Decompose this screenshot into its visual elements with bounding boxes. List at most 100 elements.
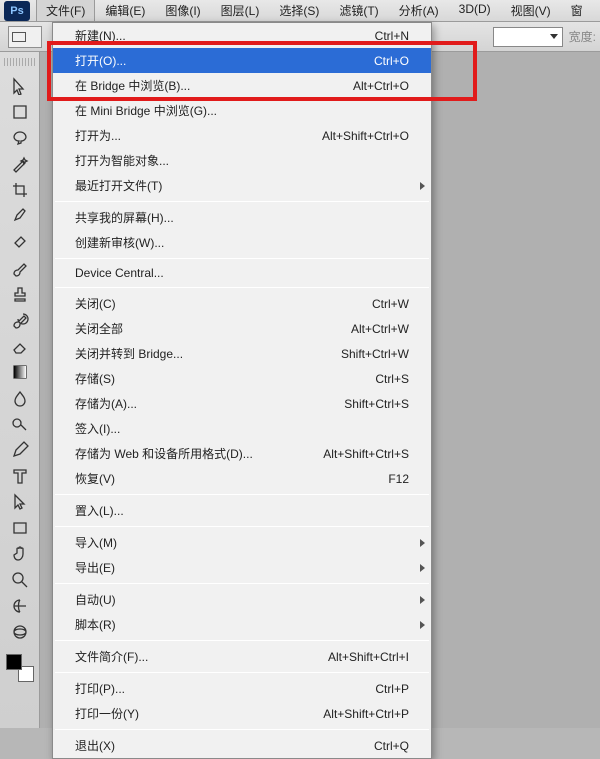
menu-separator: [55, 287, 429, 288]
stamp-icon: [11, 285, 29, 303]
hand-tool[interactable]: [8, 542, 32, 566]
menu-item-退出(X)[interactable]: 退出(X)Ctrl+Q: [53, 733, 431, 758]
menu-item-创建新审核(W)...[interactable]: 创建新审核(W)...: [53, 230, 431, 255]
menu-item-打印(P)...[interactable]: 打印(P)...Ctrl+P: [53, 676, 431, 701]
brush-tool[interactable]: [8, 256, 32, 280]
eraser-tool[interactable]: [8, 334, 32, 358]
menu-图层(L)[interactable]: 图层(L): [211, 0, 270, 22]
menu-item-shortcut: Ctrl+O: [374, 54, 409, 68]
3d-orbit-tool[interactable]: [8, 620, 32, 644]
menu-item-label: 置入(L)...: [75, 502, 124, 519]
menu-item-脚本(R)[interactable]: 脚本(R): [53, 612, 431, 637]
move-tool[interactable]: [8, 74, 32, 98]
menu-item-关闭全部[interactable]: 关闭全部Alt+Ctrl+W: [53, 316, 431, 341]
menu-item-存储为(A)...[interactable]: 存储为(A)...Shift+Ctrl+S: [53, 391, 431, 416]
menu-item-恢复(V)[interactable]: 恢复(V)F12: [53, 466, 431, 491]
menu-item-label: 存储为(A)...: [75, 395, 137, 412]
menu-item-label: 关闭并转到 Bridge...: [75, 345, 183, 362]
menu-separator: [55, 640, 429, 641]
menu-item-shortcut: Alt+Shift+Ctrl+S: [323, 447, 409, 461]
menu-item-共享我的屏幕(H)...[interactable]: 共享我的屏幕(H)...: [53, 205, 431, 230]
3d-rotate-tool[interactable]: [8, 594, 32, 618]
path-select-icon: [11, 493, 29, 511]
menu-item-打开为智能对象...[interactable]: 打开为智能对象...: [53, 148, 431, 173]
menu-item-存储为 Web 和设备所用格式(D)...[interactable]: 存储为 Web 和设备所用格式(D)... Alt+Shift+Ctrl+S: [53, 441, 431, 466]
menubar-container: Ps 文件(F)编辑(E)图像(I)图层(L)选择(S)滤镜(T)分析(A)3D…: [0, 0, 600, 22]
wand-tool[interactable]: [8, 152, 32, 176]
menu-item-shortcut: Shift+Ctrl+W: [341, 347, 409, 361]
menu-item-label: 导出(E): [75, 559, 115, 576]
menu-item-label: 存储为 Web 和设备所用格式(D)...: [75, 445, 253, 462]
dodge-tool[interactable]: [8, 412, 32, 436]
blur-tool[interactable]: [8, 386, 32, 410]
menu-文件(F)[interactable]: 文件(F): [36, 0, 95, 22]
zoom-tool[interactable]: [8, 568, 32, 592]
menu-item-在 Mini Bridge 中浏览(G)...[interactable]: 在 Mini Bridge 中浏览(G)...: [53, 98, 431, 123]
move-icon: [11, 77, 29, 95]
menu-item-自动(U)[interactable]: 自动(U): [53, 587, 431, 612]
path-select-tool[interactable]: [8, 490, 32, 514]
menu-item-打开为...[interactable]: 打开为...Alt+Shift+Ctrl+O: [53, 123, 431, 148]
menu-item-存储(S)[interactable]: 存储(S)Ctrl+S: [53, 366, 431, 391]
stamp-tool[interactable]: [8, 282, 32, 306]
menu-item-shortcut: Alt+Shift+Ctrl+O: [322, 129, 409, 143]
3d-orbit-icon: [11, 623, 29, 641]
menu-视图(V)[interactable]: 视图(V): [501, 0, 561, 22]
menu-item-打印一份(Y)[interactable]: 打印一份(Y)Alt+Shift+Ctrl+P: [53, 701, 431, 726]
menu-item-shortcut: Ctrl+N: [375, 29, 409, 43]
menu-item-shortcut: Alt+Shift+Ctrl+P: [323, 707, 409, 721]
eyedropper-icon: [11, 207, 29, 225]
toolbox: [0, 52, 40, 728]
rectangle-tool[interactable]: [8, 516, 32, 540]
menu-item-导出(E)[interactable]: 导出(E): [53, 555, 431, 580]
crop-tool[interactable]: [8, 178, 32, 202]
gradient-tool[interactable]: [8, 360, 32, 384]
menu-编辑(E)[interactable]: 编辑(E): [95, 0, 155, 22]
menu-item-签入(I)...[interactable]: 签入(I)...: [53, 416, 431, 441]
lasso-icon: [11, 129, 29, 147]
menu-item-Device Central...[interactable]: Device Central...: [53, 262, 431, 284]
menu-item-打开(O)...[interactable]: 打开(O)... Ctrl+O: [53, 48, 431, 73]
pen-tool[interactable]: [8, 438, 32, 462]
menu-item-文件简介(F)...[interactable]: 文件简介(F)...Alt+Shift+Ctrl+I: [53, 644, 431, 669]
menu-item-关闭(C)[interactable]: 关闭(C)Ctrl+W: [53, 291, 431, 316]
options-dropdown[interactable]: [493, 27, 563, 47]
menu-图像(I)[interactable]: 图像(I): [155, 0, 210, 22]
menu-item-label: 签入(I)...: [75, 420, 120, 437]
menu-item-在 Bridge 中浏览(B)...[interactable]: 在 Bridge 中浏览(B)...Alt+Ctrl+O: [53, 73, 431, 98]
foreground-color-swatch[interactable]: [6, 654, 22, 670]
menu-滤镜(T)[interactable]: 滤镜(T): [329, 0, 388, 22]
menu-item-label: 打开(O)...: [75, 52, 126, 69]
app-logo: Ps: [4, 1, 30, 21]
menu-3D(D)[interactable]: 3D(D): [449, 0, 501, 22]
menu-item-shortcut: Ctrl+S: [375, 372, 409, 386]
marquee-tool[interactable]: [8, 100, 32, 124]
menu-item-关闭并转到 Bridge...[interactable]: 关闭并转到 Bridge... Shift+Ctrl+W: [53, 341, 431, 366]
type-tool[interactable]: [8, 464, 32, 488]
hand-icon: [11, 545, 29, 563]
color-swatches[interactable]: [6, 654, 34, 682]
eyedropper-tool[interactable]: [8, 204, 32, 228]
submenu-arrow-icon: [420, 539, 425, 547]
tool-preset-selector[interactable]: [8, 26, 42, 48]
brush-icon: [11, 259, 29, 277]
healing-tool[interactable]: [8, 230, 32, 254]
menu-item-置入(L)...[interactable]: 置入(L)...: [53, 498, 431, 523]
menu-item-新建(N)...[interactable]: 新建(N)...Ctrl+N: [53, 23, 431, 48]
menu-item-导入(M)[interactable]: 导入(M): [53, 530, 431, 555]
menu-选择(S)[interactable]: 选择(S): [269, 0, 329, 22]
lasso-tool[interactable]: [8, 126, 32, 150]
submenu-arrow-icon: [420, 564, 425, 572]
menu-item-label: 关闭(C): [75, 295, 116, 312]
type-icon: [11, 467, 29, 485]
menu-窗[interactable]: 窗: [561, 0, 593, 22]
menu-item-最近打开文件(T)[interactable]: 最近打开文件(T): [53, 173, 431, 198]
rectangle-icon: [11, 519, 29, 537]
wand-icon: [11, 155, 29, 173]
panel-grip[interactable]: [4, 58, 36, 66]
menu-item-shortcut: Alt+Shift+Ctrl+I: [328, 650, 409, 664]
menu-分析(A)[interactable]: 分析(A): [389, 0, 449, 22]
menu-item-shortcut: F12: [388, 472, 409, 486]
history-brush-tool[interactable]: [8, 308, 32, 332]
dodge-icon: [11, 415, 29, 433]
